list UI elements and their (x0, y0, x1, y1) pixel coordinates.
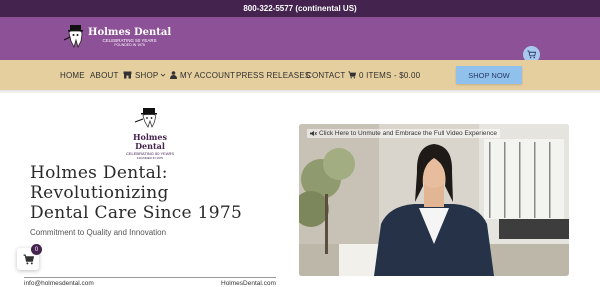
hero-tagline: Commitment to Quality and Innovation (30, 228, 167, 237)
nav-my-account[interactable]: MY ACCOUNT (170, 60, 235, 90)
brand-name: Holmes Dental (88, 27, 172, 38)
user-icon (170, 71, 177, 79)
nav-about[interactable]: ABOUT (90, 60, 119, 90)
nav-shop-label: SHOP (135, 70, 159, 80)
video-frame (299, 124, 569, 276)
cart-icon (23, 254, 34, 264)
headline-line-3: Dental Care Since 1975 (30, 203, 243, 223)
nav-home-label: HOME (60, 70, 85, 80)
hero-brand-founded: FOUNDED IN 1975 (136, 156, 164, 160)
brand-founded: FOUNDED IN 1975 (114, 43, 145, 47)
contact-email[interactable]: info@holmesdental.com (24, 280, 94, 287)
hero-brand-name: Holmes Dental (133, 132, 167, 151)
headline-line-1: Holmes Dental: (30, 163, 168, 183)
store-icon (123, 71, 132, 79)
headline-line-2: Revolutionizing (30, 183, 169, 203)
site-url[interactable]: HolmesDental.com (221, 280, 276, 287)
hero-logo: Holmes Dental CELEBRATING 50 YEARS FOUND… (122, 108, 178, 160)
nav-about-label: ABOUT (90, 70, 119, 80)
nav-my-account-label: MY ACCOUNT (180, 70, 236, 80)
nav-shadow (0, 90, 600, 94)
nav-contact-label: CONTACT (306, 70, 346, 80)
hero-video[interactable]: Click Here to Unmute and Embrace the Ful… (299, 124, 569, 276)
footer-divider (24, 277, 276, 278)
tooth-mascot-icon (63, 25, 86, 49)
cart-icon (348, 71, 356, 79)
tooth-mascot-icon (134, 108, 157, 128)
nav-cart-label: 0 ITEMS - $0.00 (359, 70, 421, 80)
mute-icon (310, 130, 317, 137)
phone-number[interactable]: 800-322-5577 (continental US) (243, 4, 356, 13)
top-announcement-bar: 800-322-5577 (continental US) (0, 0, 600, 17)
main-navigation: HOME ABOUT SHOP MY ACCOUNT PRESS RELEASE… (0, 60, 600, 90)
hero-headline: Holmes Dental: Revolutionizing Dental Ca… (30, 163, 270, 223)
nav-shop[interactable]: SHOP (123, 60, 169, 90)
unmute-caption-text: Click Here to Unmute and Embrace the Ful… (319, 130, 497, 137)
cart-icon (527, 50, 536, 59)
site-logo[interactable]: Holmes Dental CELEBRATING 50 YEARS FOUND… (63, 25, 172, 49)
cart-count-badge: 0 (31, 244, 42, 255)
nav-press-label: PRESS RELEASES (236, 70, 311, 80)
nav-cart-summary[interactable]: 0 ITEMS - $0.00 (348, 60, 420, 90)
site-header: Holmes Dental CELEBRATING 50 YEARS FOUND… (0, 17, 600, 63)
nav-contact[interactable]: CONTACT (306, 60, 345, 90)
shop-now-button[interactable]: SHOP NOW (456, 66, 522, 84)
unmute-caption[interactable]: Click Here to Unmute and Embrace the Ful… (307, 129, 500, 138)
nav-press-releases[interactable]: PRESS RELEASES (236, 60, 310, 90)
nav-home[interactable]: HOME (60, 60, 85, 90)
chevron-down-icon (161, 73, 166, 77)
